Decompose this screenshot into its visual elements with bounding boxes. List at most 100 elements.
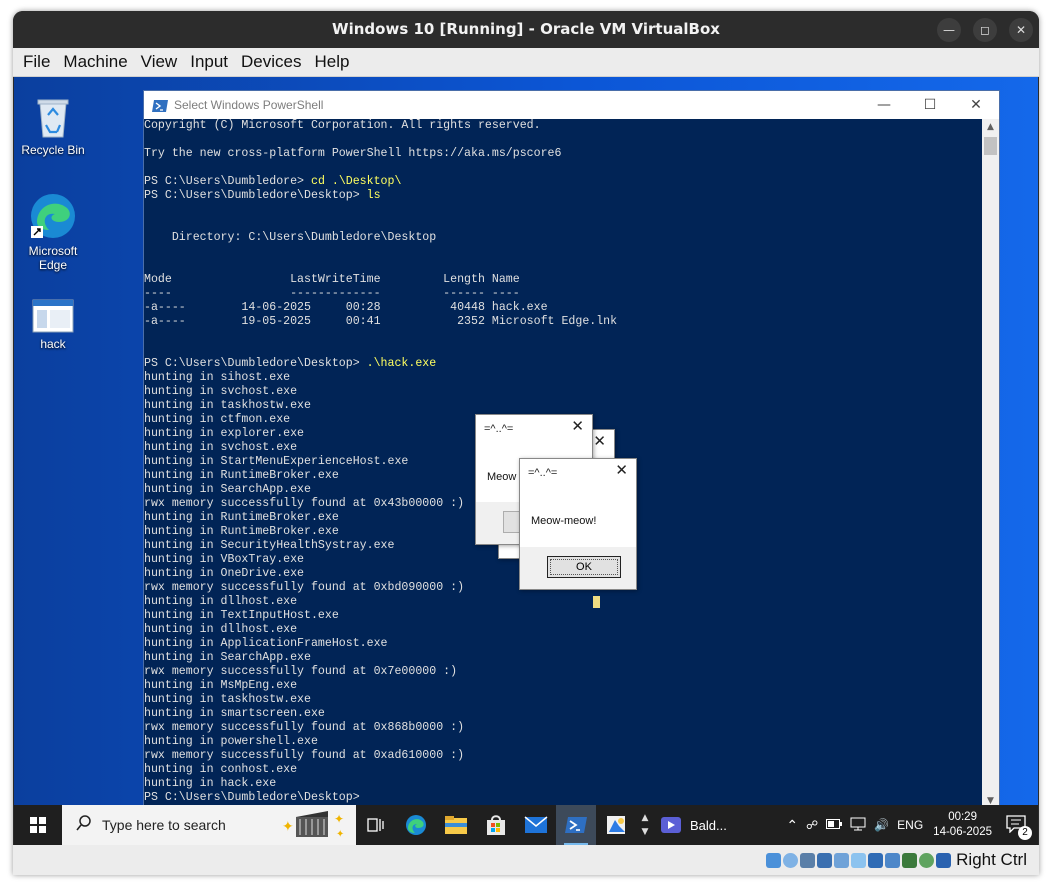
console-text: Mode LastWriteTime Length Name: [144, 273, 520, 286]
maximize-icon[interactable]: ◻: [973, 18, 997, 42]
taskbar-search[interactable]: Type here to search ✦ ✦ ✦: [62, 805, 356, 845]
console-cursor: [593, 596, 600, 608]
console-line: PS C:\Users\Dumbledore\Desktop>: [144, 791, 984, 805]
menu-devices[interactable]: Devices: [241, 52, 301, 72]
maximize-icon[interactable]: ☐: [907, 91, 953, 119]
console-line: hunting in dllhost.exe: [144, 595, 984, 609]
mail-icon[interactable]: [516, 805, 556, 845]
display-icon[interactable]: [868, 852, 884, 868]
virtualbox-window: Windows 10 [Running] - Oracle VM Virtual…: [13, 11, 1039, 875]
console-text: hunting in SearchApp.exe: [144, 483, 311, 496]
notifications-icon[interactable]: 2: [1006, 814, 1032, 840]
console-text: hunting in sihost.exe: [144, 371, 291, 384]
console-text: rwx memory successfully found at 0x7e000…: [144, 665, 458, 678]
video-player-icon: [661, 817, 681, 833]
taskbar: Type here to search ✦ ✦ ✦ ▲ ▼ Bald... ⌃ …: [14, 805, 1038, 845]
search-icon: [76, 815, 92, 835]
console-line: hunting in taskhostw.exe: [144, 693, 984, 707]
svg-text:✦: ✦: [336, 829, 344, 840]
paint-icon[interactable]: [596, 805, 636, 845]
desktop-icon-recycle-bin[interactable]: Recycle Bin: [14, 95, 92, 157]
svg-text:✦: ✦: [334, 812, 344, 826]
usb-icon[interactable]: [834, 852, 850, 868]
cpu-icon[interactable]: [902, 852, 918, 868]
exe-file-icon: [32, 299, 74, 333]
console-text: hunting in svchost.exe: [144, 441, 298, 454]
console-line: hunting in SearchApp.exe: [144, 651, 984, 665]
file-explorer-icon[interactable]: [436, 805, 476, 845]
close-icon[interactable]: ✕: [615, 461, 628, 479]
vbox-status-bar: Right Ctrl: [13, 845, 1039, 875]
console-line: hunting in ApplicationFrameHost.exe: [144, 637, 984, 651]
volume-icon[interactable]: 🔊: [874, 818, 889, 832]
shared-folder-icon[interactable]: [851, 852, 867, 868]
console-text: hunting in conhost.exe: [144, 763, 298, 776]
minimize-icon[interactable]: —: [937, 18, 961, 42]
menu-file[interactable]: File: [23, 52, 50, 72]
menu-view[interactable]: View: [141, 52, 178, 72]
recording-icon[interactable]: [885, 852, 901, 868]
edge-icon[interactable]: [396, 805, 436, 845]
close-icon[interactable]: ✕: [571, 417, 584, 435]
scroll-thumb[interactable]: [984, 137, 997, 155]
store-icon[interactable]: [476, 805, 516, 845]
console-text: rwx memory successfully found at 0xbd090…: [144, 581, 465, 594]
vbox-title: Windows 10 [Running] - Oracle VM Virtual…: [13, 11, 1039, 48]
desktop-icon-label: Microsoft Edge: [28, 244, 78, 272]
keyboard-icon[interactable]: [936, 852, 952, 868]
menu-machine[interactable]: Machine: [63, 52, 127, 72]
console-text: PS C:\Users\Dumbledore>: [144, 175, 311, 188]
menu-help[interactable]: Help: [315, 52, 350, 72]
edge-icon: [29, 192, 77, 240]
scroll-up-icon[interactable]: ▲: [982, 119, 999, 135]
console-line: PS C:\Users\Dumbledore\Desktop> .\hack.e…: [144, 357, 984, 371]
minimize-icon[interactable]: —: [861, 91, 907, 119]
message-box[interactable]: =^..^= ✕ Meow-meow! OK: [519, 458, 637, 590]
console-line: -a---- 19-05-2025 00:41 2352 Microsoft E…: [144, 315, 984, 329]
vpn-icon[interactable]: ☍: [806, 818, 818, 832]
windows-logo-icon: [30, 817, 46, 833]
console-text: -a---- 19-05-2025 00:41 2352 Microsoft E…: [144, 315, 618, 328]
close-icon[interactable]: ✕: [1009, 18, 1033, 42]
console-text: hunting in smartscreen.exe: [144, 707, 325, 720]
ok-button[interactable]: OK: [547, 556, 621, 578]
menu-input[interactable]: Input: [190, 52, 228, 72]
desktop-icon-hack[interactable]: hack: [14, 299, 92, 351]
console-text: hunting in TextInputHost.exe: [144, 609, 339, 622]
mouse-integration-icon[interactable]: [919, 852, 935, 868]
powershell-titlebar[interactable]: Select Windows PowerShell — ☐ ✕: [144, 91, 999, 119]
show-hidden-icons-icon[interactable]: ⌃: [786, 817, 798, 834]
close-icon[interactable]: ✕: [953, 91, 999, 119]
powershell-taskbar-icon[interactable]: [556, 805, 596, 845]
console-text: hunting in hack.exe: [144, 777, 277, 790]
network-icon[interactable]: [850, 817, 866, 834]
clock[interactable]: 00:29 14-06-2025: [933, 810, 992, 840]
console-text: hunting in VBoxTray.exe: [144, 553, 305, 566]
network-icon[interactable]: [817, 852, 833, 868]
desktop-icon-edge[interactable]: Microsoft Edge: [14, 192, 92, 272]
console-line: hunting in hack.exe: [144, 777, 984, 791]
task-view-icon[interactable]: [356, 805, 396, 845]
language-indicator[interactable]: ENG: [897, 818, 923, 832]
console-scrollbar[interactable]: ▲ ▼: [982, 119, 999, 809]
console-text: hunting in explorer.exe: [144, 427, 305, 440]
battery-icon[interactable]: [826, 818, 843, 832]
audio-icon[interactable]: [800, 852, 816, 868]
running-app-button[interactable]: Bald...: [654, 805, 733, 845]
console-text: rwx memory successfully found at 0x43b00…: [144, 497, 465, 510]
console-line: rwx memory successfully found at 0x7e000…: [144, 665, 984, 679]
taskbar-scroll-icon[interactable]: ▲ ▼: [636, 805, 654, 845]
guest-screen[interactable]: Recycle Bin Microsoft Edge hack Select W…: [14, 77, 1038, 845]
optical-disk-icon[interactable]: [783, 852, 799, 868]
message-box-title: =^..^=: [484, 423, 514, 435]
console-text: hunting in RuntimeBroker.exe: [144, 469, 339, 482]
start-button[interactable]: [14, 805, 62, 845]
search-highlight-icon: ✦ ✦ ✦: [278, 809, 348, 845]
clock-time: 00:29: [948, 811, 977, 823]
console-text: hunting in taskhostw.exe: [144, 693, 311, 706]
harddisk-icon[interactable]: [766, 852, 782, 868]
